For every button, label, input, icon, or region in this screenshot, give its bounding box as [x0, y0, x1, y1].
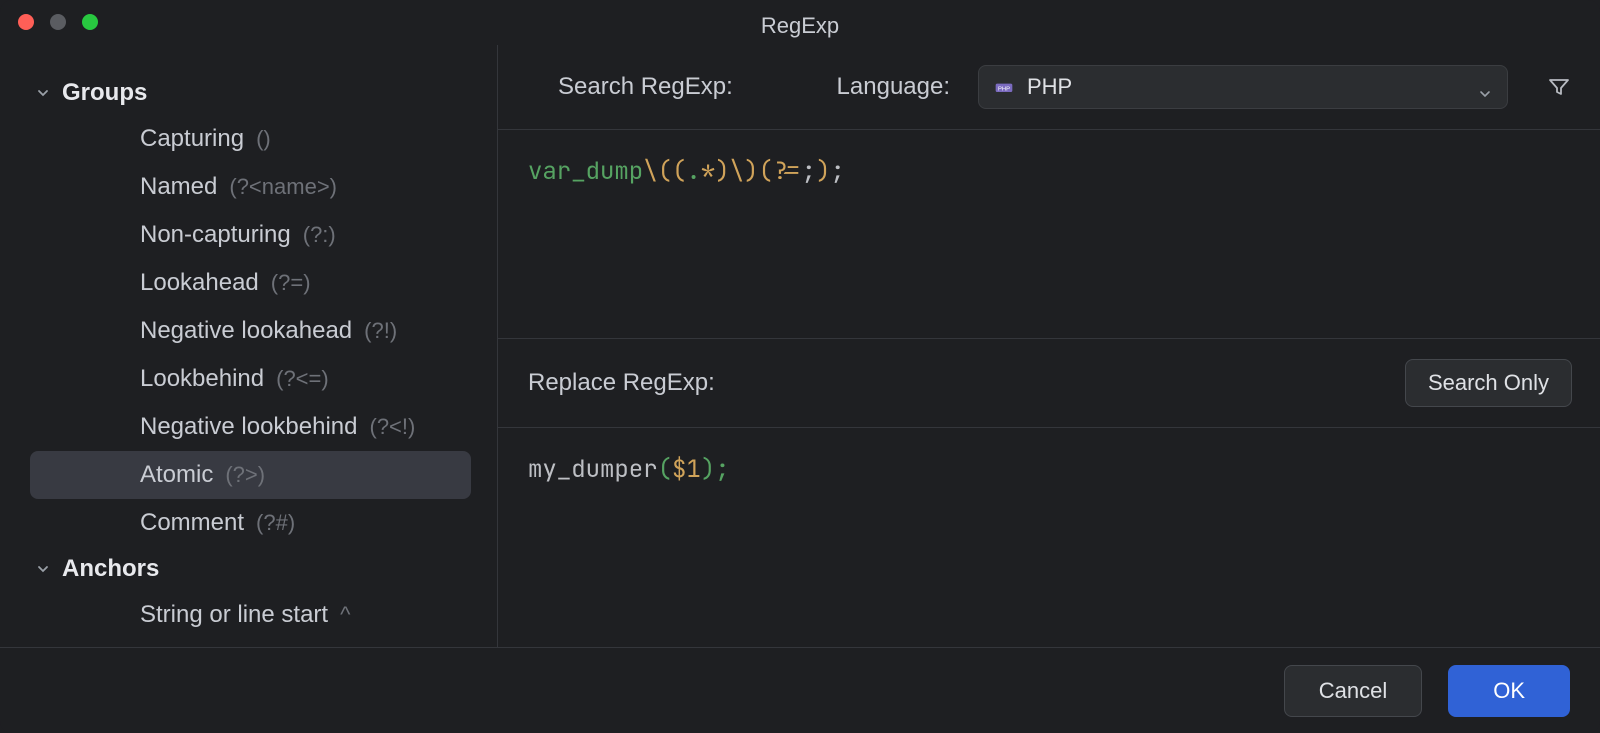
code-token: ) — [701, 454, 715, 485]
svg-text:PHP: PHP — [998, 86, 1010, 92]
chevron-down-icon — [1479, 80, 1493, 94]
code-token: var_dump — [528, 156, 643, 187]
ok-button[interactable]: OK — [1448, 665, 1570, 717]
tree-item[interactable]: Comment (?#) — [30, 499, 471, 547]
regex-reference-sidebar: Groups Capturing () Named (?<name>) Non-captu… — [0, 45, 498, 647]
chevron-down-icon — [36, 562, 50, 576]
main-panel: Search RegExp: Language: PHP PHP var_dum… — [498, 45, 1600, 647]
tree-item[interactable]: Atomic (?>) — [30, 451, 471, 499]
tree-item-label: Lookbehind — [140, 365, 264, 393]
titlebar: RegExp — [0, 0, 1600, 45]
tree-item-syntax: (?:) — [303, 222, 336, 248]
code-token: \) — [730, 156, 759, 187]
tree-item-syntax: (?<name>) — [229, 174, 337, 200]
tree-group-header[interactable]: Groups — [0, 71, 497, 115]
cancel-button[interactable]: Cancel — [1284, 665, 1422, 717]
language-value: PHP — [1027, 74, 1467, 100]
minimize-window-button[interactable] — [50, 14, 66, 30]
search-header: Search RegExp: Language: PHP PHP — [498, 45, 1600, 129]
tree-item[interactable]: String or line start ^ — [30, 591, 471, 639]
code-token: ; — [830, 156, 844, 187]
tree-item-syntax: (?=) — [271, 270, 311, 296]
tree-item[interactable]: Negative lookahead (?!) — [30, 307, 471, 355]
tree-item-label: String or line start — [140, 601, 328, 629]
zoom-window-button[interactable] — [82, 14, 98, 30]
tree-item-label: Non-capturing — [140, 221, 291, 249]
filter-icon[interactable] — [1546, 74, 1572, 100]
code-token: my_dumper — [528, 454, 658, 485]
code-token: ) — [715, 156, 729, 187]
tree-item-label: Negative lookahead — [140, 317, 352, 345]
search-regexp-label: Search RegExp: — [558, 73, 733, 101]
language-label: Language: — [837, 73, 950, 101]
chevron-down-icon — [36, 86, 50, 100]
search-regexp-editor[interactable]: var_dump\((.*)\)(?=;); — [498, 130, 1600, 338]
tree-group-title: Groups — [62, 79, 147, 107]
tree-item-label: Lookahead — [140, 269, 259, 297]
tree-item[interactable]: Negative lookbehind (?<!) — [30, 403, 471, 451]
tree-group-title: Anchors — [62, 555, 159, 583]
code-token: * — [701, 156, 715, 187]
tree-item-label: Capturing — [140, 125, 244, 153]
code-token: . — [686, 156, 700, 187]
search-only-button[interactable]: Search Only — [1405, 359, 1572, 407]
code-token: $1 — [672, 454, 701, 485]
tree-item-label: Comment — [140, 509, 244, 537]
dialog-footer: Cancel OK — [0, 647, 1600, 733]
window-controls — [18, 14, 98, 30]
tree-item-syntax: (?<=) — [276, 366, 329, 392]
regexp-dialog: RegExp Groups Capturing () Named (?<name>) No… — [0, 0, 1600, 733]
code-token: \( — [643, 156, 672, 187]
code-token: ; — [802, 156, 816, 187]
tree-item-syntax: (?<!) — [370, 414, 416, 440]
php-icon: PHP — [993, 76, 1015, 98]
replace-header: Replace RegExp: Search Only — [498, 338, 1600, 427]
dialog-body: Groups Capturing () Named (?<name>) Non-captu… — [0, 45, 1600, 647]
tree-item-label: Negative lookbehind — [140, 413, 358, 441]
code-token: ( — [672, 156, 686, 187]
language-select[interactable]: PHP PHP — [978, 65, 1508, 109]
tree-item-syntax: (?#) — [256, 510, 295, 536]
tree-item-syntax: (?!) — [364, 318, 397, 344]
tree-item[interactable]: Lookbehind (?<=) — [30, 355, 471, 403]
window-title: RegExp — [761, 7, 839, 39]
tree-item[interactable]: Capturing () — [30, 115, 471, 163]
code-token: ) — [816, 156, 830, 187]
code-token: ( — [658, 454, 672, 485]
tree-item-syntax: () — [256, 126, 271, 152]
tree-item-syntax: (?>) — [225, 462, 265, 488]
tree-item[interactable]: Non-capturing (?:) — [30, 211, 471, 259]
tree-group-header[interactable]: Anchors — [0, 547, 497, 591]
replace-regexp-label: Replace RegExp: — [528, 369, 715, 397]
close-window-button[interactable] — [18, 14, 34, 30]
tree-item-label: Atomic — [140, 461, 213, 489]
replace-regexp-editor[interactable]: my_dumper($1); — [498, 427, 1600, 577]
tree-item[interactable]: Lookahead (?=) — [30, 259, 471, 307]
code-token: ; — [715, 454, 729, 485]
tree-item-syntax: ^ — [340, 602, 350, 628]
tree-item[interactable]: Named (?<name>) — [30, 163, 471, 211]
code-token: (?= — [758, 156, 801, 187]
tree-item-label: Named — [140, 173, 217, 201]
